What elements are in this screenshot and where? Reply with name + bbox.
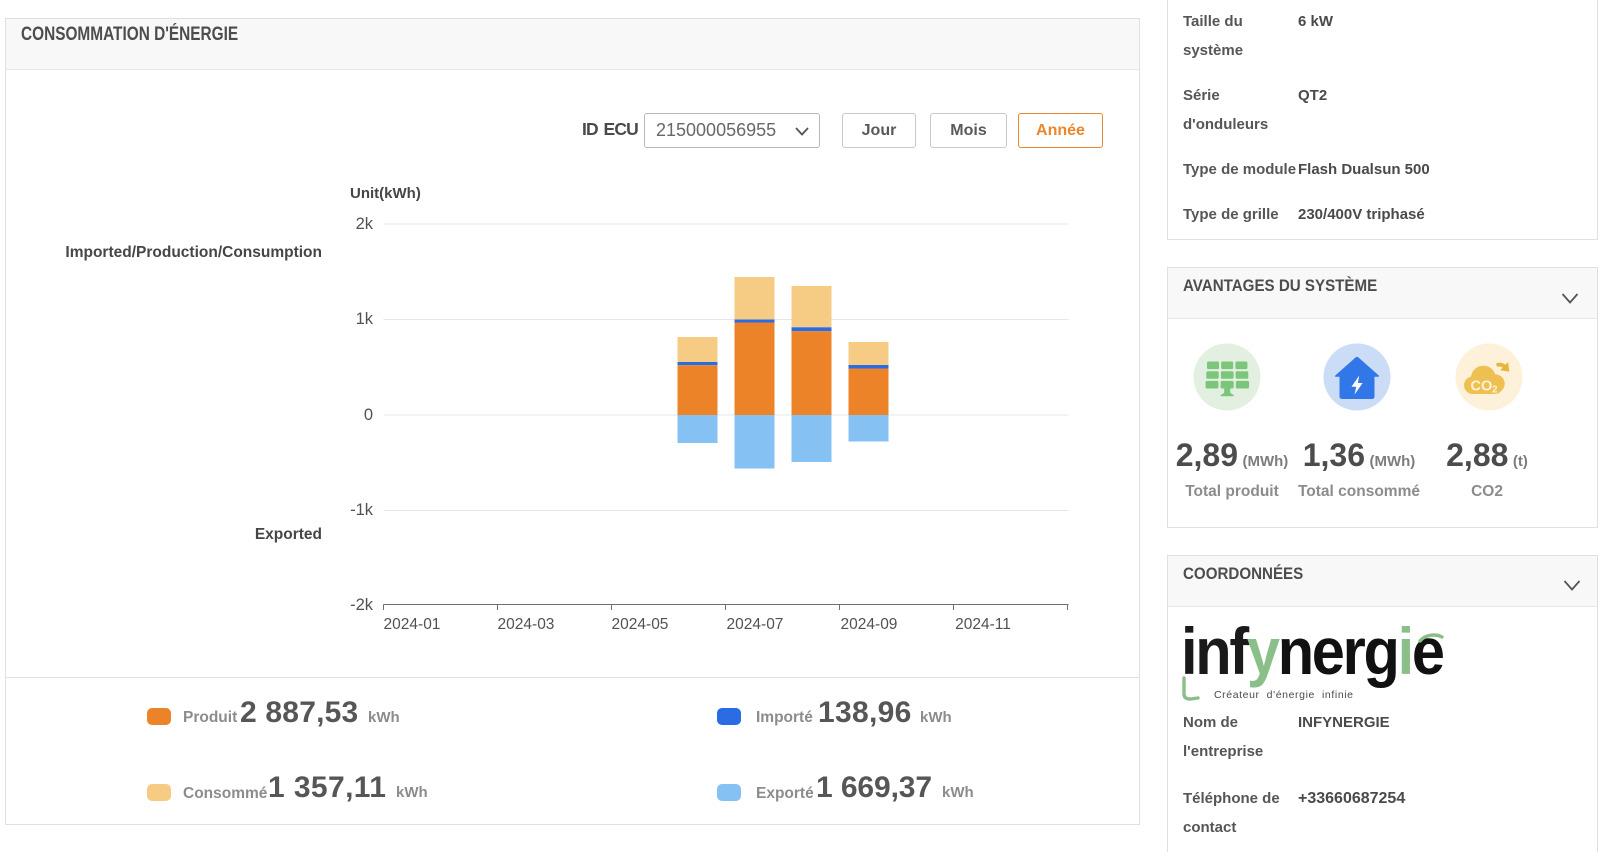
svg-text:CO: CO: [1471, 379, 1493, 395]
svg-text:2: 2: [1492, 385, 1498, 396]
